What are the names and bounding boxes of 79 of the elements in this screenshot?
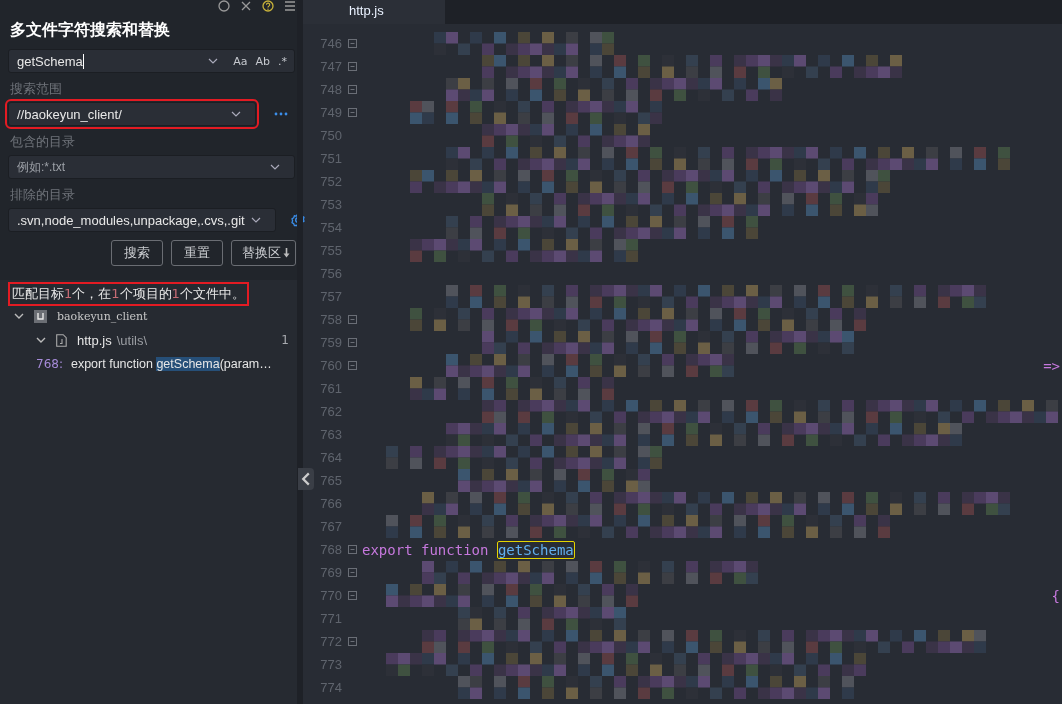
line-number: 746: [319, 36, 342, 51]
exclude-field[interactable]: .svn,node_modules,unpackage,.cvs,.git: [8, 208, 276, 232]
fold-icon[interactable]: [347, 85, 357, 94]
editor-tab[interactable]: http.js: [303, 0, 445, 24]
line-number: 761: [319, 381, 342, 396]
match-count: 1: [281, 333, 289, 347]
line-number: 765: [319, 473, 342, 488]
more-icon[interactable]: [274, 112, 288, 116]
arrow-down-icon[interactable]: [283, 248, 290, 258]
fold-icon[interactable]: [347, 568, 357, 577]
line-number: 773: [319, 657, 342, 672]
chevron-down-icon[interactable]: [36, 335, 46, 345]
file-icon[interactable]: [56, 333, 67, 347]
fold-icon[interactable]: [347, 39, 357, 48]
panel-button[interactable]: 重置: [171, 240, 223, 266]
chevron-down-icon[interactable]: [14, 311, 24, 321]
line-number: 763: [319, 427, 342, 442]
field-label: 搜索范围: [10, 80, 63, 96]
chevron-down-icon[interactable]: [231, 111, 241, 117]
chevron-down-icon[interactable]: [208, 58, 219, 64]
project-icon[interactable]: [34, 309, 47, 323]
line-number: 762: [319, 404, 342, 419]
line-number: 750: [319, 128, 342, 143]
option-toggle[interactable]: .*: [277, 54, 288, 68]
fold-icon[interactable]: [347, 108, 357, 117]
close-icon[interactable]: [240, 0, 252, 12]
fold-icon[interactable]: [347, 637, 357, 646]
fold-icon[interactable]: [347, 315, 357, 324]
replace-toggle-button[interactable]: 替换区: [231, 240, 296, 266]
line-number: 752: [319, 174, 342, 189]
line-number: 768: [319, 542, 342, 557]
line-number: 764: [319, 450, 342, 465]
line-number: 749: [319, 105, 342, 120]
line-number: 766: [319, 496, 342, 511]
fold-icon[interactable]: [347, 62, 357, 71]
fold-icon[interactable]: [347, 591, 357, 600]
line-number: 768:: [36, 357, 63, 371]
chevron-down-icon[interactable]: [270, 164, 280, 170]
fold-icon[interactable]: [347, 338, 357, 347]
line-number: 756: [319, 266, 342, 281]
line-number: 754: [319, 220, 342, 235]
line-number: 751: [319, 151, 342, 166]
line-number: 753: [319, 197, 342, 212]
search-field[interactable]: getSchema Aa Ab .*: [8, 49, 295, 73]
line-number: 774: [319, 680, 342, 695]
help-icon[interactable]: [262, 0, 274, 12]
code-fragment: {: [1051, 587, 1060, 604]
line-number: 772: [319, 634, 342, 649]
project-name[interactable]: baokeyun_client: [57, 309, 148, 323]
match-line[interactable]: export function getSchema(param…: [70, 357, 272, 371]
code-fragment: =>: [1043, 357, 1060, 374]
option-toggle[interactable]: Ab: [254, 54, 271, 68]
line-number: 769: [319, 565, 342, 580]
menu-icon[interactable]: [284, 0, 296, 12]
circle-icon[interactable]: [218, 0, 230, 12]
line-number: 759: [319, 335, 342, 350]
panel-title: 多文件字符搜索和替换: [9, 19, 171, 41]
panel-button[interactable]: 搜索: [111, 240, 163, 266]
scope-field[interactable]: //baokeyun_client/: [8, 102, 256, 126]
field-label: 包含的目录: [10, 133, 76, 149]
file-path: \utils\: [116, 332, 148, 348]
line-number: 758: [319, 312, 342, 327]
line-number: 747: [319, 59, 342, 74]
line-number: 748: [319, 82, 342, 97]
file-name[interactable]: http.js: [77, 332, 112, 348]
fold-icon[interactable]: [347, 545, 357, 554]
line-number: 760: [319, 358, 342, 373]
line-number: 755: [319, 243, 342, 258]
line-number: 757: [319, 289, 342, 304]
include-field[interactable]: 例如:*.txt: [8, 155, 295, 179]
fold-icon[interactable]: [347, 361, 357, 370]
chevron-down-icon[interactable]: [250, 217, 261, 223]
field-label: 排除的目录: [10, 186, 76, 202]
line-number: 770: [319, 588, 342, 603]
line-number: 767: [319, 519, 342, 534]
option-toggle[interactable]: Aa: [232, 54, 249, 68]
code-line: export function getSchema: [362, 541, 575, 558]
result-summary: 匹配目标1个，在1个项目的1个文件中。: [10, 284, 247, 304]
line-number: 771: [319, 611, 342, 626]
